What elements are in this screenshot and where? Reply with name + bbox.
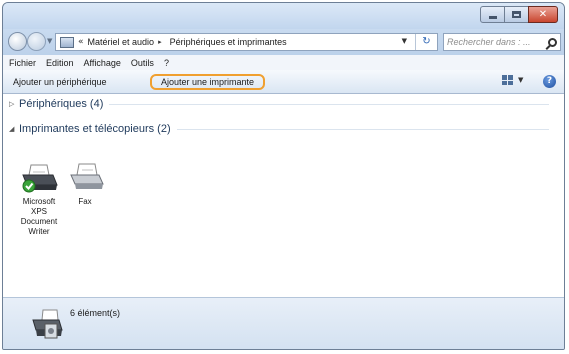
expand-arrow-icon[interactable]: ▷ — [9, 100, 19, 108]
printer-item-fax[interactable]: Fax — [61, 163, 109, 207]
collapse-arrow-icon[interactable]: ◢ — [9, 125, 19, 133]
search-placeholder: Rechercher dans : ... — [447, 37, 531, 47]
printer-label: Fax — [78, 197, 91, 207]
menu-tools[interactable]: Outils — [131, 58, 154, 68]
group-divider — [176, 128, 549, 130]
search-input[interactable]: Rechercher dans : ... — [443, 33, 561, 51]
command-bar: Ajouter un périphérique Ajouter une impr… — [3, 70, 564, 94]
minimize-icon — [488, 16, 497, 19]
back-button[interactable] — [8, 32, 27, 51]
views-icon — [502, 75, 513, 85]
menu-file[interactable]: Fichier — [9, 58, 36, 68]
explorer-window: ✕ ▼ « Matériel et audio ▸ Périphériques … — [2, 2, 565, 350]
address-dropdown-icon[interactable]: ▼ — [402, 37, 407, 45]
breadcrumb-hardware[interactable]: Matériel et audio — [88, 37, 155, 47]
close-button[interactable]: ✕ — [528, 6, 558, 23]
menu-help[interactable]: ? — [164, 58, 169, 68]
search-icon[interactable] — [548, 37, 557, 47]
maximize-icon — [512, 11, 521, 18]
details-pane: 6 élément(s) — [3, 297, 564, 349]
printer-label-line: Writer — [28, 227, 50, 236]
help-icon[interactable]: ? — [543, 75, 556, 88]
group-printers-title: Imprimantes et télécopieurs (2) — [19, 123, 171, 135]
control-panel-icon — [60, 36, 74, 48]
printer-item-xps[interactable]: Microsoft XPS Document Writer — [15, 163, 63, 237]
printer-label-line: Microsoft — [22, 197, 56, 206]
add-printer-button[interactable]: Ajouter une imprimante — [150, 74, 266, 90]
forward-button[interactable] — [27, 32, 46, 51]
minimize-button[interactable] — [480, 6, 505, 23]
caption-buttons: ✕ — [480, 6, 558, 23]
menu-bar: Fichier Edition Affichage Outils ? — [3, 55, 564, 70]
content-pane: ▷ Périphériques (4) ◢ Imprimantes et tél… — [3, 94, 564, 297]
refresh-icon[interactable]: ↻ — [415, 34, 437, 50]
printer-label-line: Fax — [78, 197, 92, 206]
title-bar: ✕ — [3, 3, 564, 29]
printer-label-line: XPS — [30, 207, 47, 216]
printer-devices-icon — [29, 308, 63, 343]
close-icon: ✕ — [538, 8, 548, 20]
group-printers[interactable]: ◢ Imprimantes et télécopieurs (2) — [9, 123, 549, 135]
menu-view[interactable]: Affichage — [84, 58, 121, 68]
address-row: ▼ « Matériel et audio ▸ Périphériques et… — [3, 29, 564, 55]
item-count: 6 élément(s) — [70, 308, 121, 318]
history-dropdown-icon[interactable]: ▼ — [47, 37, 52, 45]
address-bar[interactable]: « Matériel et audio ▸ Périphériques et i… — [55, 33, 438, 51]
add-device-button[interactable]: Ajouter un périphérique — [9, 74, 111, 90]
group-divider — [109, 103, 549, 105]
breadcrumb-separator-icon[interactable]: ▸ — [158, 38, 162, 46]
breadcrumb-devices-printers[interactable]: Périphériques et imprimantes — [170, 37, 287, 47]
menu-edit[interactable]: Edition — [46, 58, 74, 68]
printer-label-line: Document — [20, 217, 58, 226]
group-devices[interactable]: ▷ Périphériques (4) — [9, 98, 549, 110]
address-overflow[interactable]: « — [78, 37, 84, 47]
chevron-down-icon: ▼ — [518, 76, 524, 84]
maximize-button[interactable] — [504, 6, 529, 23]
printer-icon — [22, 164, 58, 193]
change-view-button[interactable]: ▼ — [502, 75, 523, 85]
group-devices-title: Périphériques (4) — [19, 98, 104, 110]
printer-label: Microsoft XPS Document Writer — [21, 197, 57, 237]
fax-icon — [70, 163, 104, 189]
